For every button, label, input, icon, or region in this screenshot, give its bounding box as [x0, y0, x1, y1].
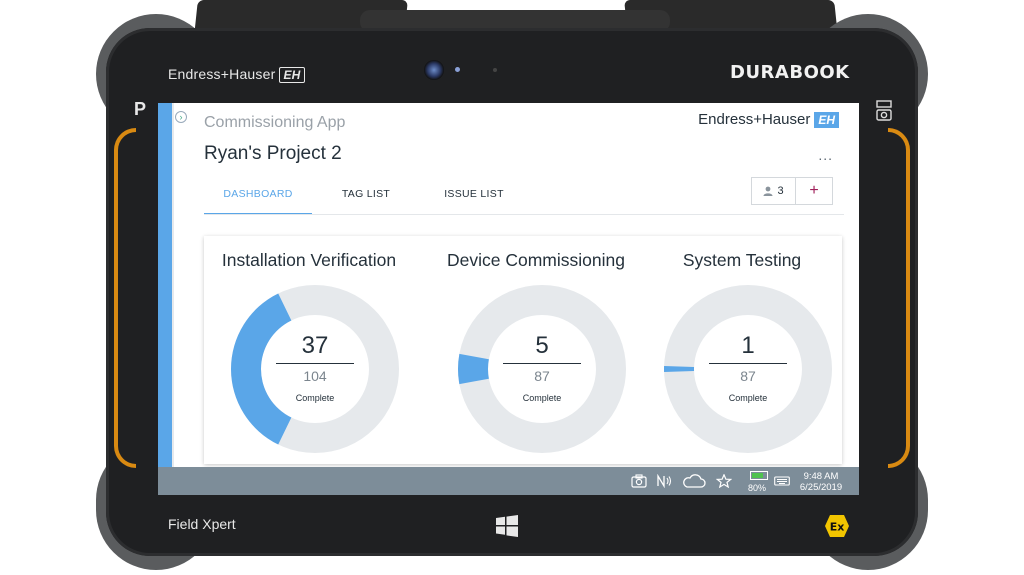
- clock-date: 6/25/2019: [799, 482, 843, 493]
- stat-device-commissioning[interactable]: Device Commissioning 5 87 Complete: [431, 236, 641, 464]
- camera-button-icon[interactable]: [876, 100, 892, 122]
- app-brand-text: Endress+Hauser: [698, 111, 811, 128]
- members-count: 3: [777, 185, 784, 197]
- cloud-icon[interactable]: [682, 474, 706, 488]
- camera-icon[interactable]: [631, 474, 647, 488]
- grip-right: [888, 128, 910, 468]
- stat-complete-count: 1: [741, 332, 755, 359]
- stat-label: Complete: [522, 393, 562, 403]
- stat-complete-count: 5: [535, 332, 549, 359]
- stat-title: Installation Verification: [221, 250, 397, 270]
- app-brand: Endress+Hauser EH: [698, 111, 839, 128]
- windows-icon[interactable]: [495, 514, 519, 538]
- fraction-bar: [276, 363, 354, 364]
- stat-total-count: 87: [534, 368, 550, 384]
- grip-left: [114, 128, 136, 468]
- battery-icon[interactable]: [750, 471, 768, 480]
- front-camera: [424, 60, 444, 80]
- person-icon: [763, 186, 773, 197]
- durabook-logo: DURABOOK: [730, 62, 850, 83]
- tablet-screen: › Commissioning App Endress+Hauser EH Rya…: [158, 103, 859, 495]
- app-name: Commissioning App: [204, 114, 346, 131]
- side-nav-strip: [158, 103, 172, 467]
- system-clock[interactable]: 9:48 AM 6/25/2019: [792, 471, 850, 493]
- chevron-right-icon: ›: [179, 112, 183, 122]
- tab-tag-list[interactable]: TAG LIST: [320, 177, 412, 215]
- bezel-brand: Endress+Hauser EH: [168, 66, 305, 83]
- project-title: Ryan's Project 2: [204, 143, 342, 164]
- programmable-key[interactable]: P: [134, 99, 146, 120]
- eh-logo: EH: [814, 112, 839, 128]
- stat-complete-count: 37: [301, 332, 329, 359]
- windows-taskbar: 80% 9:48 AM 6/25/2019: [158, 467, 859, 495]
- fraction-bar: [709, 363, 787, 364]
- camera-light: [455, 67, 460, 72]
- eh-logo: EH: [279, 67, 305, 83]
- add-member-button[interactable]: +: [796, 178, 832, 204]
- stat-total-count: 87: [740, 368, 756, 384]
- stat-installation-verification[interactable]: Installation Verification 37 104 Complet…: [204, 236, 414, 464]
- more-options-icon[interactable]: ...: [818, 147, 833, 163]
- battery-fill: [752, 473, 764, 478]
- stat-title: Device Commissioning: [447, 250, 625, 270]
- side-nav-divider: [172, 103, 174, 467]
- dashboard-card: Installation Verification 37 104 Complet…: [204, 236, 842, 464]
- battery-percent: 80%: [748, 483, 767, 493]
- tab-dashboard[interactable]: DASHBOARD: [204, 177, 312, 215]
- ex-icon: Ex: [825, 515, 849, 537]
- stat-label: Complete: [728, 393, 768, 403]
- star-icon[interactable]: [716, 474, 732, 488]
- tabs-divider: [204, 214, 844, 215]
- stat-system-testing[interactable]: System Testing 1 87 Complete: [637, 236, 847, 464]
- svg-text:Ex: Ex: [830, 521, 845, 534]
- bezel-brand-text: Endress+Hauser: [168, 66, 276, 82]
- project-members: 3 +: [751, 177, 833, 205]
- stat-label: Complete: [295, 393, 335, 403]
- model-name: Field Xpert: [168, 516, 236, 532]
- expand-sidebar-button[interactable]: ›: [175, 111, 187, 123]
- fraction-bar: [503, 363, 581, 364]
- stat-title: System Testing: [682, 250, 802, 270]
- light-sensor: [493, 68, 497, 72]
- nfc-icon[interactable]: [656, 474, 672, 488]
- keyboard-icon[interactable]: [774, 474, 790, 488]
- members-button[interactable]: 3: [752, 178, 796, 204]
- stat-total-count: 104: [303, 368, 327, 384]
- clock-time: 9:48 AM: [803, 471, 839, 482]
- tab-issue-list[interactable]: ISSUE LIST: [426, 177, 522, 215]
